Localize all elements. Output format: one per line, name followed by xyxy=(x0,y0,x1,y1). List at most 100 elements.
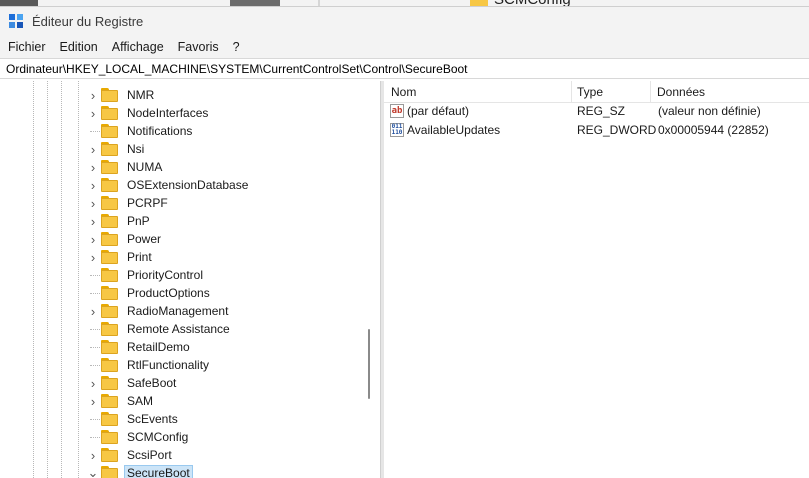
chevron-icon[interactable]: ⌄ xyxy=(86,464,100,478)
column-divider[interactable] xyxy=(571,81,572,102)
tree-node[interactable]: › Power xyxy=(86,230,366,248)
menu-favoris[interactable]: Favoris xyxy=(178,40,219,54)
tree-node-label: Remote Assistance xyxy=(127,322,230,336)
chevron-icon[interactable]: › xyxy=(86,104,100,122)
chevron-icon[interactable]: › xyxy=(86,248,100,266)
tree-connector xyxy=(86,410,100,428)
chevron-icon[interactable]: › xyxy=(86,176,100,194)
tree-node[interactable]: Notifications xyxy=(86,122,366,140)
folder-icon-body xyxy=(101,432,118,444)
menu-affichage[interactable]: Affichage xyxy=(112,40,164,54)
tree-node-label: SafeBoot xyxy=(127,376,177,390)
folder-icon-body xyxy=(101,126,118,138)
tree-node-label: SAM xyxy=(127,394,154,408)
tree-node[interactable]: › ScsiPort xyxy=(86,446,366,464)
chevron-icon[interactable]: › xyxy=(86,230,100,248)
menu-edition[interactable]: Edition xyxy=(60,40,98,54)
folder-icon xyxy=(101,394,119,408)
tree-node[interactable]: ⌄ SecureBoot xyxy=(86,464,366,478)
tree-scrollbar[interactable] xyxy=(368,329,370,399)
chevron-icon[interactable]: › xyxy=(86,140,100,158)
dword-value-icon: 011 110 xyxy=(390,123,404,137)
main-panes: › NMR › NodeInterfaces Notifications › Nsi › NUM… xyxy=(0,81,809,478)
column-type-header[interactable]: Type xyxy=(577,85,603,99)
tree-connector-line xyxy=(90,346,100,348)
folder-icon-body xyxy=(101,252,118,264)
folder-icon xyxy=(101,466,119,478)
value-row[interactable]: ab (par défaut) REG_SZ (valeur non défin… xyxy=(384,102,809,120)
tree-node-label: NodeInterfaces xyxy=(127,106,209,120)
tree-node-label: PriorityControl xyxy=(127,268,204,282)
column-data-header[interactable]: Données xyxy=(657,85,705,99)
tree-node[interactable]: ScEvents xyxy=(86,410,366,428)
chevron-icon[interactable]: › xyxy=(86,446,100,464)
tree-node-label: ScsiPort xyxy=(127,448,172,462)
menu-fichier[interactable]: Fichier xyxy=(8,40,46,54)
title-bar: Éditeur du Registre xyxy=(0,7,809,36)
folder-icon xyxy=(101,178,119,192)
folder-icon-body xyxy=(101,198,118,210)
folder-icon xyxy=(101,322,119,336)
registry-editor-window: Éditeur du Registre Fichier Edition Affi… xyxy=(0,6,809,478)
chevron-icon[interactable]: › xyxy=(86,392,100,410)
tree-node-label: Nsi xyxy=(127,142,145,156)
folder-icon-body xyxy=(101,342,118,354)
address-path[interactable]: Ordinateur\HKEY_LOCAL_MACHINE\SYSTEM\Cur… xyxy=(6,62,468,76)
tree-node[interactable]: › Nsi xyxy=(86,140,366,158)
tree-node[interactable]: RtlFunctionality xyxy=(86,356,366,374)
chevron-icon[interactable]: › xyxy=(86,302,100,320)
tree-node[interactable]: › PCRPF xyxy=(86,194,366,212)
tree-guide-line xyxy=(47,81,48,478)
tree-node-label: PnP xyxy=(127,214,150,228)
value-type: REG_SZ xyxy=(577,104,626,118)
folder-icon xyxy=(101,448,119,462)
tree-connector xyxy=(86,356,100,374)
folder-icon-body xyxy=(101,378,118,390)
chevron-icon[interactable]: › xyxy=(86,86,100,104)
folder-icon xyxy=(101,376,119,390)
column-name-header[interactable]: Nom xyxy=(391,85,416,99)
tree-node[interactable]: › NUMA xyxy=(86,158,366,176)
chevron-icon[interactable]: › xyxy=(86,212,100,230)
folder-icon xyxy=(101,106,119,120)
tree-node[interactable]: PriorityControl xyxy=(86,266,366,284)
folder-icon-body xyxy=(101,162,118,174)
column-divider[interactable] xyxy=(650,81,651,102)
folder-icon xyxy=(101,412,119,426)
values-header: Nom Type Données xyxy=(384,81,809,103)
tree-node[interactable]: › Print xyxy=(86,248,366,266)
folder-icon xyxy=(101,214,119,228)
folder-icon-body xyxy=(101,324,118,336)
tree-node[interactable]: › SAM xyxy=(86,392,366,410)
tree-node[interactable]: › NMR xyxy=(86,86,366,104)
folder-icon-body xyxy=(101,288,118,300)
folder-icon xyxy=(101,430,119,444)
tree-node[interactable]: › RadioManagement xyxy=(86,302,366,320)
menu-help[interactable]: ? xyxy=(233,40,240,54)
folder-icon xyxy=(101,160,119,174)
folder-icon-body xyxy=(101,360,118,372)
chevron-icon[interactable]: › xyxy=(86,374,100,392)
folder-icon xyxy=(101,232,119,246)
tree-node[interactable]: › SafeBoot xyxy=(86,374,366,392)
tree-node[interactable]: RetailDemo xyxy=(86,338,366,356)
folder-icon xyxy=(101,88,119,102)
tree-connector-line xyxy=(90,418,100,420)
chevron-icon[interactable]: › xyxy=(86,194,100,212)
values-list: Nom Type Données ab (par défaut) REG_SZ … xyxy=(384,81,809,478)
value-type: REG_DWORD xyxy=(577,123,657,137)
tree-node[interactable]: › OSExtensionDatabase xyxy=(86,176,366,194)
address-bar[interactable]: Ordinateur\HKEY_LOCAL_MACHINE\SYSTEM\Cur… xyxy=(0,58,809,79)
tree-connector xyxy=(86,122,100,140)
tree-node[interactable]: › NodeInterfaces xyxy=(86,104,366,122)
chevron-icon[interactable]: › xyxy=(86,158,100,176)
tree-guide-line xyxy=(61,81,62,478)
tree-node-label: Power xyxy=(127,232,162,246)
tree-node-label: Notifications xyxy=(127,124,193,138)
tree-node[interactable]: SCMConfig xyxy=(86,428,366,446)
value-row[interactable]: 011 110 AvailableUpdates REG_DWORD 0x000… xyxy=(384,121,809,139)
tree-node[interactable]: › PnP xyxy=(86,212,366,230)
tree-node[interactable]: Remote Assistance xyxy=(86,320,366,338)
tree-connector xyxy=(86,266,100,284)
tree-node[interactable]: ProductOptions xyxy=(86,284,366,302)
